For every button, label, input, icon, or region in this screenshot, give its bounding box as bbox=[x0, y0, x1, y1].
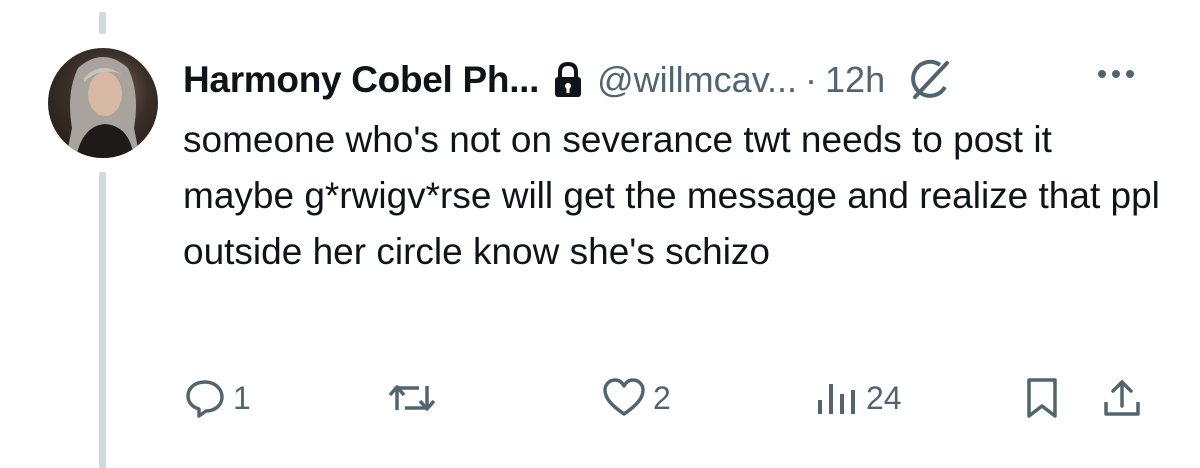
separator-dot: · bbox=[805, 59, 818, 100]
reply-button[interactable]: 1 bbox=[183, 370, 251, 426]
like-button[interactable]: 2 bbox=[601, 370, 671, 426]
share-icon bbox=[1100, 376, 1144, 420]
retweet-button[interactable] bbox=[385, 370, 445, 426]
heart-icon bbox=[601, 376, 647, 420]
reply-count: 1 bbox=[233, 379, 251, 416]
author-name[interactable]: Harmony Cobel Ph... bbox=[183, 59, 539, 101]
more-icon[interactable] bbox=[1098, 70, 1134, 78]
tweet-timestamp[interactable]: 12h bbox=[825, 59, 885, 101]
grok-icon[interactable] bbox=[907, 57, 953, 103]
thread-line-top bbox=[99, 12, 106, 34]
tweet-text: someone who's not on severance twt needs… bbox=[183, 119, 1160, 272]
views-count: 24 bbox=[866, 379, 902, 416]
author-handle[interactable]: @willmcav... bbox=[597, 59, 797, 101]
reply-icon bbox=[183, 376, 227, 420]
lock-icon bbox=[553, 62, 583, 98]
more-dot bbox=[1126, 70, 1134, 78]
views-icon bbox=[814, 376, 860, 420]
more-dot bbox=[1098, 70, 1106, 78]
bookmark-button[interactable] bbox=[1024, 370, 1060, 426]
retweet-icon bbox=[385, 376, 439, 420]
bookmark-icon bbox=[1024, 376, 1060, 420]
avatar[interactable] bbox=[48, 48, 158, 158]
views-button[interactable]: 24 bbox=[814, 370, 902, 426]
share-button[interactable] bbox=[1100, 370, 1144, 426]
more-dot bbox=[1112, 70, 1120, 78]
like-count: 2 bbox=[653, 379, 671, 416]
action-bar: 1 2 24 bbox=[0, 370, 1200, 430]
tweet-header: Harmony Cobel Ph... @willmcav... · 12h bbox=[183, 52, 953, 108]
avatar-image bbox=[66, 57, 140, 158]
